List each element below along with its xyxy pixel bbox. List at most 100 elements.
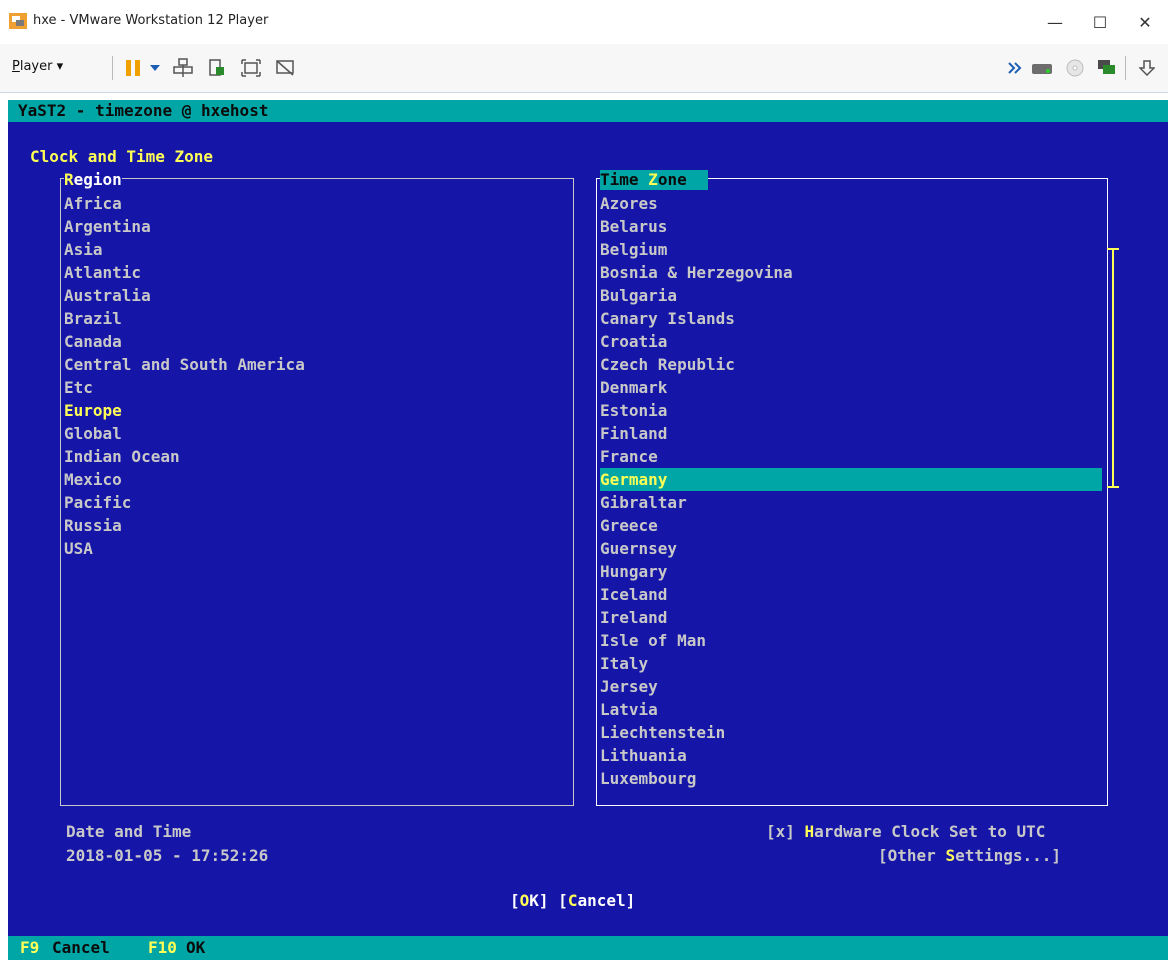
console-title-bar: YaST2 - timezone @ hxehost (8, 100, 1168, 122)
timezone-list-item[interactable]: Canary Islands (600, 307, 1102, 330)
timezone-list-item[interactable]: Isle of Man (600, 629, 1102, 652)
timezone-list[interactable]: Azores Belarus Belgium Bosnia & Herzegovina… (600, 192, 1102, 790)
timezone-list-item[interactable]: Greece (600, 514, 1102, 537)
more-icon (1008, 62, 1022, 74)
unity-icon (209, 59, 224, 76)
other-settings-mnemonic: S (945, 846, 956, 865)
timezone-list-item[interactable]: Latvia (600, 698, 1102, 721)
region-list-item[interactable]: Argentina (64, 215, 564, 238)
region-list-item[interactable]: Canada (64, 330, 564, 353)
pause-dropdown-button[interactable] (148, 57, 162, 79)
maximize-icon: ☐ (1092, 12, 1108, 32)
region-list-item-selected[interactable]: Europe (64, 399, 564, 422)
send-ctrl-alt-del-icon (173, 58, 193, 77)
timezone-list-item[interactable]: Bulgaria (600, 284, 1102, 307)
timezone-list-item[interactable]: Iceland (600, 583, 1102, 606)
region-list-title: Region (64, 168, 122, 191)
region-list-item[interactable]: Mexico (64, 468, 564, 491)
region-list[interactable]: Africa Argentina Asia Atlantic Australia Braz… (64, 192, 564, 560)
other-settings-post: ettings...] (955, 846, 1062, 865)
cancel-button[interactable]: Cancel] (568, 891, 635, 910)
hard-disk-button[interactable] (1030, 57, 1054, 79)
window-title: hxe - VMware Workstation 12 Player (33, 13, 269, 28)
region-list-item[interactable]: Russia (64, 514, 564, 537)
cd-button[interactable] (1064, 57, 1086, 79)
other-settings-button[interactable]: [Other Settings...] (878, 844, 1061, 867)
player-menu-label: layer (19, 59, 53, 74)
timezone-list-item[interactable]: Belgium (600, 238, 1102, 261)
timezone-list-item[interactable]: Gibraltar (600, 491, 1102, 514)
f9-key: F9 (20, 938, 40, 957)
timezone-list-item[interactable]: Denmark (600, 376, 1102, 399)
close-button[interactable]: ✕ (1122, 0, 1168, 44)
hardware-clock-label: ardware Clock Set to UTC (814, 822, 1046, 841)
timezone-list-item[interactable]: France (600, 445, 1102, 468)
unity-button[interactable] (206, 57, 228, 79)
other-settings-pre: [Other (878, 846, 946, 865)
no-display-button[interactable] (274, 57, 296, 79)
region-list-item[interactable]: Australia (64, 284, 564, 307)
vm-toolbar: Player ▾ (0, 44, 1168, 93)
region-list-item[interactable]: Africa (64, 192, 564, 215)
function-key-bar: F9 Cancel F10 OK (8, 936, 1168, 960)
timezone-list-item-selected[interactable]: Germany (600, 468, 1102, 491)
timezone-list-item[interactable]: Hungary (600, 560, 1102, 583)
timezone-title-pre: Time (600, 170, 649, 189)
more-devices-button[interactable] (1007, 57, 1023, 79)
f10-key: F10 (148, 938, 177, 957)
dropdown-arrow-icon (150, 65, 160, 71)
region-list-item[interactable]: Global (64, 422, 564, 445)
timezone-list-item[interactable]: Lithuania (600, 744, 1102, 767)
timezone-list-item[interactable]: Liechtenstein (600, 721, 1102, 744)
timezone-scrollbar[interactable] (1107, 248, 1119, 488)
timezone-list-item[interactable]: Italy (600, 652, 1102, 675)
timezone-list-item[interactable]: Ireland (600, 606, 1102, 629)
hard-disk-icon (1032, 64, 1052, 74)
window-titlebar: hxe - VMware Workstation 12 Player — ☐ ✕ (0, 0, 1168, 45)
timezone-list-item[interactable]: Finland (600, 422, 1102, 445)
hardware-clock-checkbox-box: [x] (766, 822, 805, 841)
timezone-list-item[interactable]: Bosnia & Herzegovina (600, 261, 1102, 284)
fullscreen-button[interactable] (240, 57, 262, 79)
region-list-item[interactable]: Atlantic (64, 261, 564, 284)
hardware-clock-utc-checkbox[interactable]: [x] Hardware Clock Set to UTC (766, 820, 1045, 843)
hardware-clock-mnemonic: H (804, 822, 815, 841)
timezone-list-item[interactable]: Azores (600, 192, 1102, 215)
region-list-item[interactable]: Pacific (64, 491, 564, 514)
ok-mnemonic: O (519, 891, 530, 910)
region-list-item[interactable]: Indian Ocean (64, 445, 564, 468)
send-ctrl-alt-del-button[interactable] (172, 57, 194, 79)
timezone-list-item[interactable]: Estonia (600, 399, 1102, 422)
region-list-item[interactable]: Brazil (64, 307, 564, 330)
date-time-value: 2018-01-05 - 17:52:26 (66, 846, 269, 865)
dialog-buttons: [OK] [Cancel] (510, 889, 635, 912)
ok-button[interactable]: [OK] [ (510, 891, 568, 910)
timezone-list-item[interactable]: Czech Republic (600, 353, 1102, 376)
timezone-title-mnemonic: Z (648, 170, 658, 189)
cd-icon (1066, 59, 1084, 77)
timezone-list-item[interactable]: Croatia (600, 330, 1102, 353)
collapse-toolbar-button[interactable] (1136, 57, 1158, 79)
scrollbar-bottom-cap (1107, 486, 1119, 488)
network-button[interactable] (1096, 57, 1118, 79)
player-menu-button[interactable]: Player ▾ (12, 59, 63, 74)
region-list-item[interactable]: Asia (64, 238, 564, 261)
timezone-list-item[interactable]: Belarus (600, 215, 1102, 238)
region-list-item[interactable]: Etc (64, 376, 564, 399)
minimize-button[interactable]: — (1032, 0, 1078, 44)
chevron-down-icon: ▾ (56, 59, 64, 74)
maximize-button[interactable]: ☐ (1077, 0, 1123, 44)
region-list-item[interactable]: Central and South America (64, 353, 564, 376)
timezone-list-item[interactable]: Jersey (600, 675, 1102, 698)
f10-ok-action[interactable]: OK (186, 936, 205, 960)
f9-cancel-action[interactable]: Cancel (52, 936, 110, 960)
pause-button[interactable] (124, 57, 142, 79)
timezone-list-item[interactable]: Luxembourg (600, 767, 1102, 790)
fullscreen-icon (241, 59, 261, 77)
scrollbar-thumb[interactable] (1112, 248, 1114, 488)
timezone-list-item[interactable]: Guernsey (600, 537, 1102, 560)
vm-console[interactable]: YaST2 - timezone @ hxehost Clock and Tim… (8, 100, 1168, 960)
region-list-item[interactable]: USA (64, 537, 564, 560)
close-icon: ✕ (1138, 12, 1152, 32)
toolbar-separator (112, 56, 113, 80)
